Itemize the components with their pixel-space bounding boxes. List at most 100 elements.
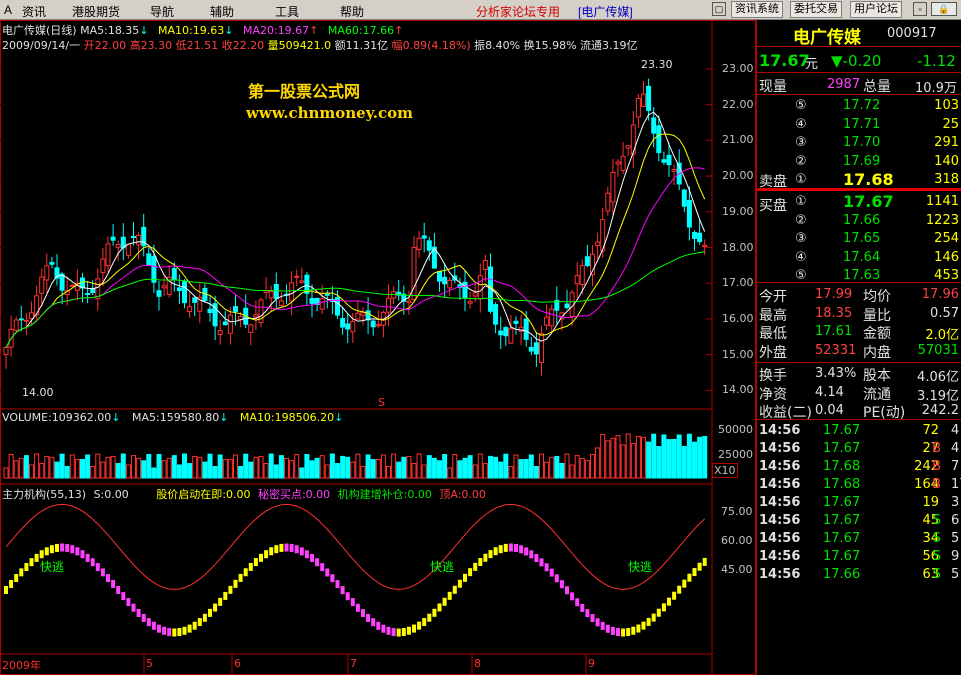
volume-bar xyxy=(646,441,652,479)
bar-range: 幅0.89(4.18%) xyxy=(391,39,471,52)
volume-bar xyxy=(253,456,259,479)
volume-bar xyxy=(202,461,208,479)
indicator-step xyxy=(559,580,564,589)
indicator-step xyxy=(600,621,605,630)
indicator-step xyxy=(335,580,340,589)
price-change: ▼-0.20 xyxy=(831,52,882,70)
price-axis-tick: 14.00 xyxy=(722,383,754,397)
sell-signal-mark: S xyxy=(378,396,385,409)
volume-bar xyxy=(671,438,677,479)
volume-bar xyxy=(115,463,121,479)
buy-level-index: ① xyxy=(795,194,807,209)
volume-bar xyxy=(666,439,672,479)
stat-label: 量比 xyxy=(863,307,891,324)
volume-bar xyxy=(457,460,463,479)
indicator-step xyxy=(682,579,687,588)
indicator-step xyxy=(151,621,156,630)
chart-title: 电广传媒(日线) xyxy=(2,24,77,37)
stat-value: 0.04 xyxy=(815,403,844,418)
indicator-header: 主力机构(55,13) S:0.00 股价启动在即:0.00 秘密买点:0.00… xyxy=(2,486,486,502)
tick-count: 9 xyxy=(951,549,960,564)
bar-volume: 量509421.0 xyxy=(267,39,332,52)
forum-button[interactable]: 用户论坛 xyxy=(850,1,902,18)
menu-bar: A 资讯 港股期货 导航 辅助 工具 帮助 分析家论坛专用 [电广传媒] ▢ 资… xyxy=(0,0,961,20)
buy-level-volume: 146 xyxy=(934,249,959,265)
menu-item-hk-futures[interactable]: 港股期货 xyxy=(72,3,120,20)
restore-icon[interactable]: ▫ xyxy=(913,2,927,16)
trade-button[interactable]: 委托交易 xyxy=(790,1,842,18)
bar-low: 低21.51 xyxy=(175,39,219,52)
candle-body xyxy=(187,306,193,313)
tick-price: 17.68 xyxy=(823,459,861,474)
volume-bar xyxy=(508,466,514,479)
main-header: 电广传媒(日线) MA5:18.35↓ MA10:19.63↓ MA20:19.… xyxy=(2,24,404,37)
candle-body xyxy=(278,300,284,306)
bar-info-line: 2009/09/14/一 开22.00 高23.30 低21.51 收22.20… xyxy=(2,37,638,53)
indicator-step xyxy=(14,574,19,583)
buy-label: 买盘 xyxy=(759,198,787,214)
volume-header: VOLUME:109362.00↓ MA5:159580.80↓ MA10:19… xyxy=(2,411,344,424)
price-unit: 元 xyxy=(805,57,819,72)
stat-value: 0.57 xyxy=(930,305,959,321)
candle-body xyxy=(217,330,223,336)
candle-body xyxy=(156,290,162,297)
candle-body xyxy=(248,324,254,333)
volume-bar xyxy=(681,445,687,479)
candle-body xyxy=(299,280,305,283)
tick-price: 17.67 xyxy=(823,531,861,546)
indicator-step xyxy=(279,543,284,552)
indicator-step xyxy=(350,598,355,607)
menu-item-navigate[interactable]: 导航 xyxy=(150,3,174,20)
stock-name: 电广传媒 xyxy=(793,28,861,48)
info-system-button[interactable]: 资讯系统 xyxy=(731,1,783,18)
xaxis-sep: 9 xyxy=(588,657,595,670)
watermark-title: 第一股票公式网 xyxy=(248,82,361,101)
volume-bar xyxy=(375,459,381,479)
tick-price: 17.66 xyxy=(823,567,861,582)
candle-body xyxy=(391,291,397,299)
menu-item-help[interactable]: 帮助 xyxy=(340,3,364,20)
ma10-label: MA10:19.63 xyxy=(158,24,225,37)
volume-bar xyxy=(95,453,101,479)
price-axis-tick: 20.00 xyxy=(722,169,754,183)
volume-bar xyxy=(493,456,499,479)
volume-bar xyxy=(3,467,9,479)
xaxis-aug: 8 xyxy=(474,657,481,670)
indicator-step xyxy=(452,585,457,594)
tick-price: 17.67 xyxy=(823,423,861,438)
candle-body xyxy=(375,324,381,327)
indicator-series xyxy=(4,503,707,637)
lock-icon[interactable]: 🔒 xyxy=(931,2,957,16)
volume-bar xyxy=(309,460,315,479)
menu-item-tools[interactable]: 工具 xyxy=(275,3,299,20)
indicator-step xyxy=(345,592,350,601)
indicator-step xyxy=(172,628,177,637)
minimize-icon[interactable]: ▢ xyxy=(712,2,726,16)
candle-body xyxy=(233,306,238,312)
candle-body xyxy=(539,333,544,363)
volume-bar xyxy=(85,454,91,479)
candle-body xyxy=(584,256,590,267)
menu-item-assist[interactable]: 辅助 xyxy=(210,3,234,20)
volume-bar xyxy=(268,453,274,479)
bar-float: 流通3.19亿 xyxy=(580,39,638,52)
candle-body xyxy=(692,232,697,239)
candle-body xyxy=(253,314,259,318)
volume-now-label: 现量 xyxy=(759,79,787,95)
volume-bar xyxy=(539,453,544,479)
watermark-url: www.chnmoney.com xyxy=(246,104,413,122)
volume-bar xyxy=(187,463,193,479)
volume-bar xyxy=(411,462,417,479)
sell-level-price: 17.71 xyxy=(843,116,881,132)
candle-body xyxy=(421,235,427,239)
indicator-step xyxy=(9,579,14,588)
volume-bar xyxy=(590,454,595,479)
indicator-step xyxy=(304,550,309,559)
candle-body xyxy=(493,304,499,325)
candle-body xyxy=(85,293,91,296)
tick-time: 14:56 xyxy=(759,567,801,582)
volume-bar xyxy=(161,460,167,479)
menu-letter-a[interactable]: A xyxy=(4,3,12,17)
menu-item-news[interactable]: 资讯 xyxy=(22,3,46,20)
candle-body xyxy=(625,145,631,149)
